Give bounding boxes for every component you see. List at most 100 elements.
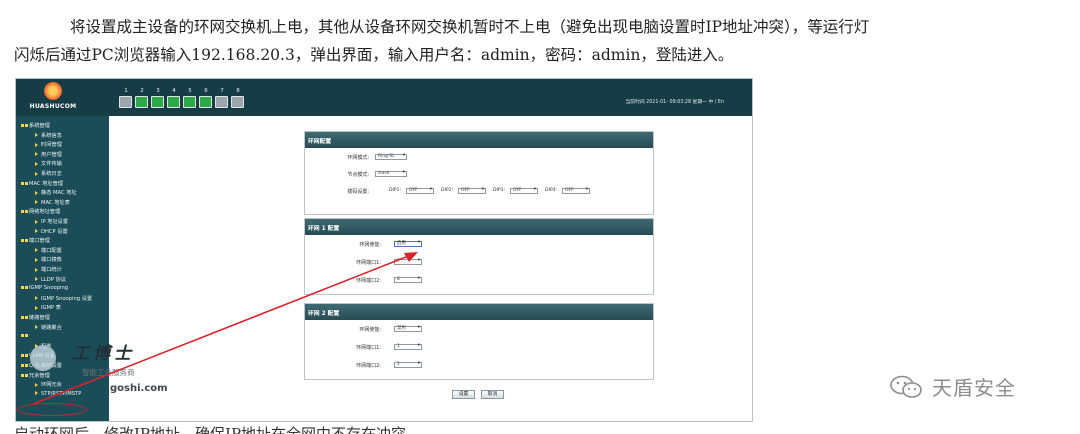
ring1-enable-select[interactable]: 启用 [394,241,422,247]
arrow-right-icon [35,171,38,176]
ring1-port2-label: 环网端口2: [356,278,381,284]
ring2-port1-label: 环网端口1: [356,345,381,351]
sidebar-item[interactable]: DHCP 设置 [16,228,109,235]
sidebar-item[interactable]: LLDP 协议 [16,276,109,283]
dip1-select[interactable]: OFF [406,188,434,194]
sidebar-item[interactable]: 环网冗余 [16,381,109,388]
arrow-right-icon [35,382,38,387]
wechat-account-name: 天盾安全 [932,376,1016,400]
sidebar-item[interactable]: 端口配置 [16,247,109,254]
top-bar: HUASHUCOM 1 2 3 4 5 6 7 8 当前时间 2021-01- 09:03:2… [16,79,752,116]
sidebar-group[interactable] [16,333,109,339]
port-number: 3 [156,88,160,94]
sun-logo-icon [44,82,62,100]
sidebar-group[interactable]: IGMP Snooping [16,285,109,291]
doc-paragraph-line-1: 将设置成主设备的环网交换机上电，其他从设备环网交换机暂时不上电（避免出现电脑设置… [70,18,870,36]
ethernet-port-icon [167,96,180,108]
port-indicator-4[interactable]: 4 [167,88,181,112]
dip4-select[interactable]: OFF [562,188,590,194]
sidebar-group[interactable]: QoS 高级设置 [16,362,109,369]
folder-icon [25,373,28,377]
sidebar-item-label: 端口镜像 [41,257,62,264]
sidebar-item[interactable]: 配置 [16,343,109,350]
ring1-port1-select[interactable]: 7 [394,259,422,265]
folder-icon [25,124,28,127]
ring2-port1-select[interactable]: 1 [394,344,422,350]
sidebar-item[interactable]: 链路聚合 [16,324,109,331]
port-indicator-6[interactable]: 6 [199,88,213,112]
sidebar-item[interactable]: IGMP 表 [16,304,109,311]
sidebar-group[interactable]: VLAN 设置 [16,352,109,359]
sidebar-item[interactable]: IGMP Snooping 设置 [16,295,109,302]
ring-config-panel: 环网配置 环网模式: Ring-SL 节点模式: slave 拨码设置: DIP… [304,131,654,215]
sidebar-item[interactable]: 静态 MAC 地址 [16,189,109,196]
dip3-select[interactable]: OFF [510,188,538,194]
ethernet-port-icon [151,96,164,108]
sidebar-group[interactable]: 链路管理 [16,314,109,321]
ring2-port2-select[interactable]: 2 [394,362,422,368]
sidebar-group[interactable]: 冗余管理 [16,372,109,379]
folder-icon [25,181,28,185]
ring2-enable-select[interactable]: 禁用 [394,326,422,332]
sidebar-group[interactable]: 端口管理 [16,237,109,244]
panel-title: 环网配置 [305,132,653,148]
ring1-config-panel: 环网 1 配置 环网使能: 启用 环网端口1: 7 环网端口2: 8 [304,218,654,295]
sidebar-item-label: VLAN 设置 [29,353,56,360]
sidebar-item-label: 冗余管理 [29,372,50,379]
system-time-status: 当前时间 2021-01- 09:03:28 星期一 中 / En [625,100,724,105]
ethernet-port-icon [231,96,244,108]
port-number: 2 [140,88,144,94]
port-indicator-3[interactable]: 3 [151,88,165,112]
port-number: 5 [188,88,192,94]
ring-mode-label: 环网模式: [347,155,369,161]
sidebar-group[interactable]: MAC 地址管理 [16,180,109,187]
sidebar-item-label: 网络地址管理 [29,209,61,216]
port-indicator-7[interactable]: 7 [215,88,229,112]
sidebar-item-label: 环网冗余 [41,382,62,389]
sidebar-item[interactable]: IP 地址设置 [16,218,109,225]
sidebar-item[interactable]: 用户管理 [16,151,109,158]
sidebar-item[interactable]: 端口镜像 [16,256,109,263]
brand-logo: HUASHUCOM [22,82,84,114]
ring1-enable-label: 环网使能: [359,242,381,248]
node-mode-select[interactable]: slave [375,171,407,177]
port-indicator-8[interactable]: 8 [231,88,245,112]
cancel-button[interactable]: 取消 [481,390,504,399]
port-indicator-1[interactable]: 1 [119,88,133,112]
sidebar-item-label: QoS 高级设置 [29,363,62,369]
folder-icon [25,239,28,243]
sidebar-group[interactable]: 系统管理 [16,122,109,129]
port-number: 8 [236,88,240,94]
sidebar-item-label: STP/RSTP/MSTP [41,390,82,397]
wechat-icon [890,375,922,398]
sidebar-item-label: 时间管理 [41,142,62,149]
port-indicator-2[interactable]: 2 [135,88,149,112]
sidebar-item[interactable]: MAC 地址表 [16,199,109,206]
folder-icon [21,124,24,127]
dip2-select[interactable]: OFF [458,188,486,194]
sidebar-item[interactable]: STP/RSTP/MSTP [16,391,109,397]
sidebar-group[interactable]: 网络地址管理 [16,208,109,215]
ring-mode-select[interactable]: Ring-SL [375,154,407,160]
folder-icon [21,181,24,185]
ethernet-port-icon [199,96,212,108]
arrow-right-icon [35,344,38,349]
ethernet-port-icon [135,96,148,108]
annotation-circle [17,403,87,416]
sidebar-item[interactable]: 时间管理 [16,141,109,148]
ring1-port2-select[interactable]: 8 [394,277,422,283]
arrow-right-icon [35,161,38,166]
dip2-label: DIP2: [441,188,454,193]
port-indicator-5[interactable]: 5 [183,88,197,112]
folder-icon [21,316,24,319]
switch-web-ui-screenshot: HUASHUCOM 1 2 3 4 5 6 7 8 当前时间 2021-01- 09:03:2… [15,78,753,422]
apply-button[interactable]: 设置 [452,390,475,399]
arrow-right-icon [35,257,38,262]
sidebar-item[interactable]: 系统日志 [16,170,109,177]
arrow-right-icon [35,325,38,330]
sidebar-item[interactable]: 系统信息 [16,132,109,139]
folder-icon [21,373,24,377]
sidebar-item-label: IGMP Snooping 设置 [41,295,93,302]
sidebar-item[interactable]: 文件传输 [16,160,109,167]
sidebar-item[interactable]: 端口统计 [16,266,109,273]
